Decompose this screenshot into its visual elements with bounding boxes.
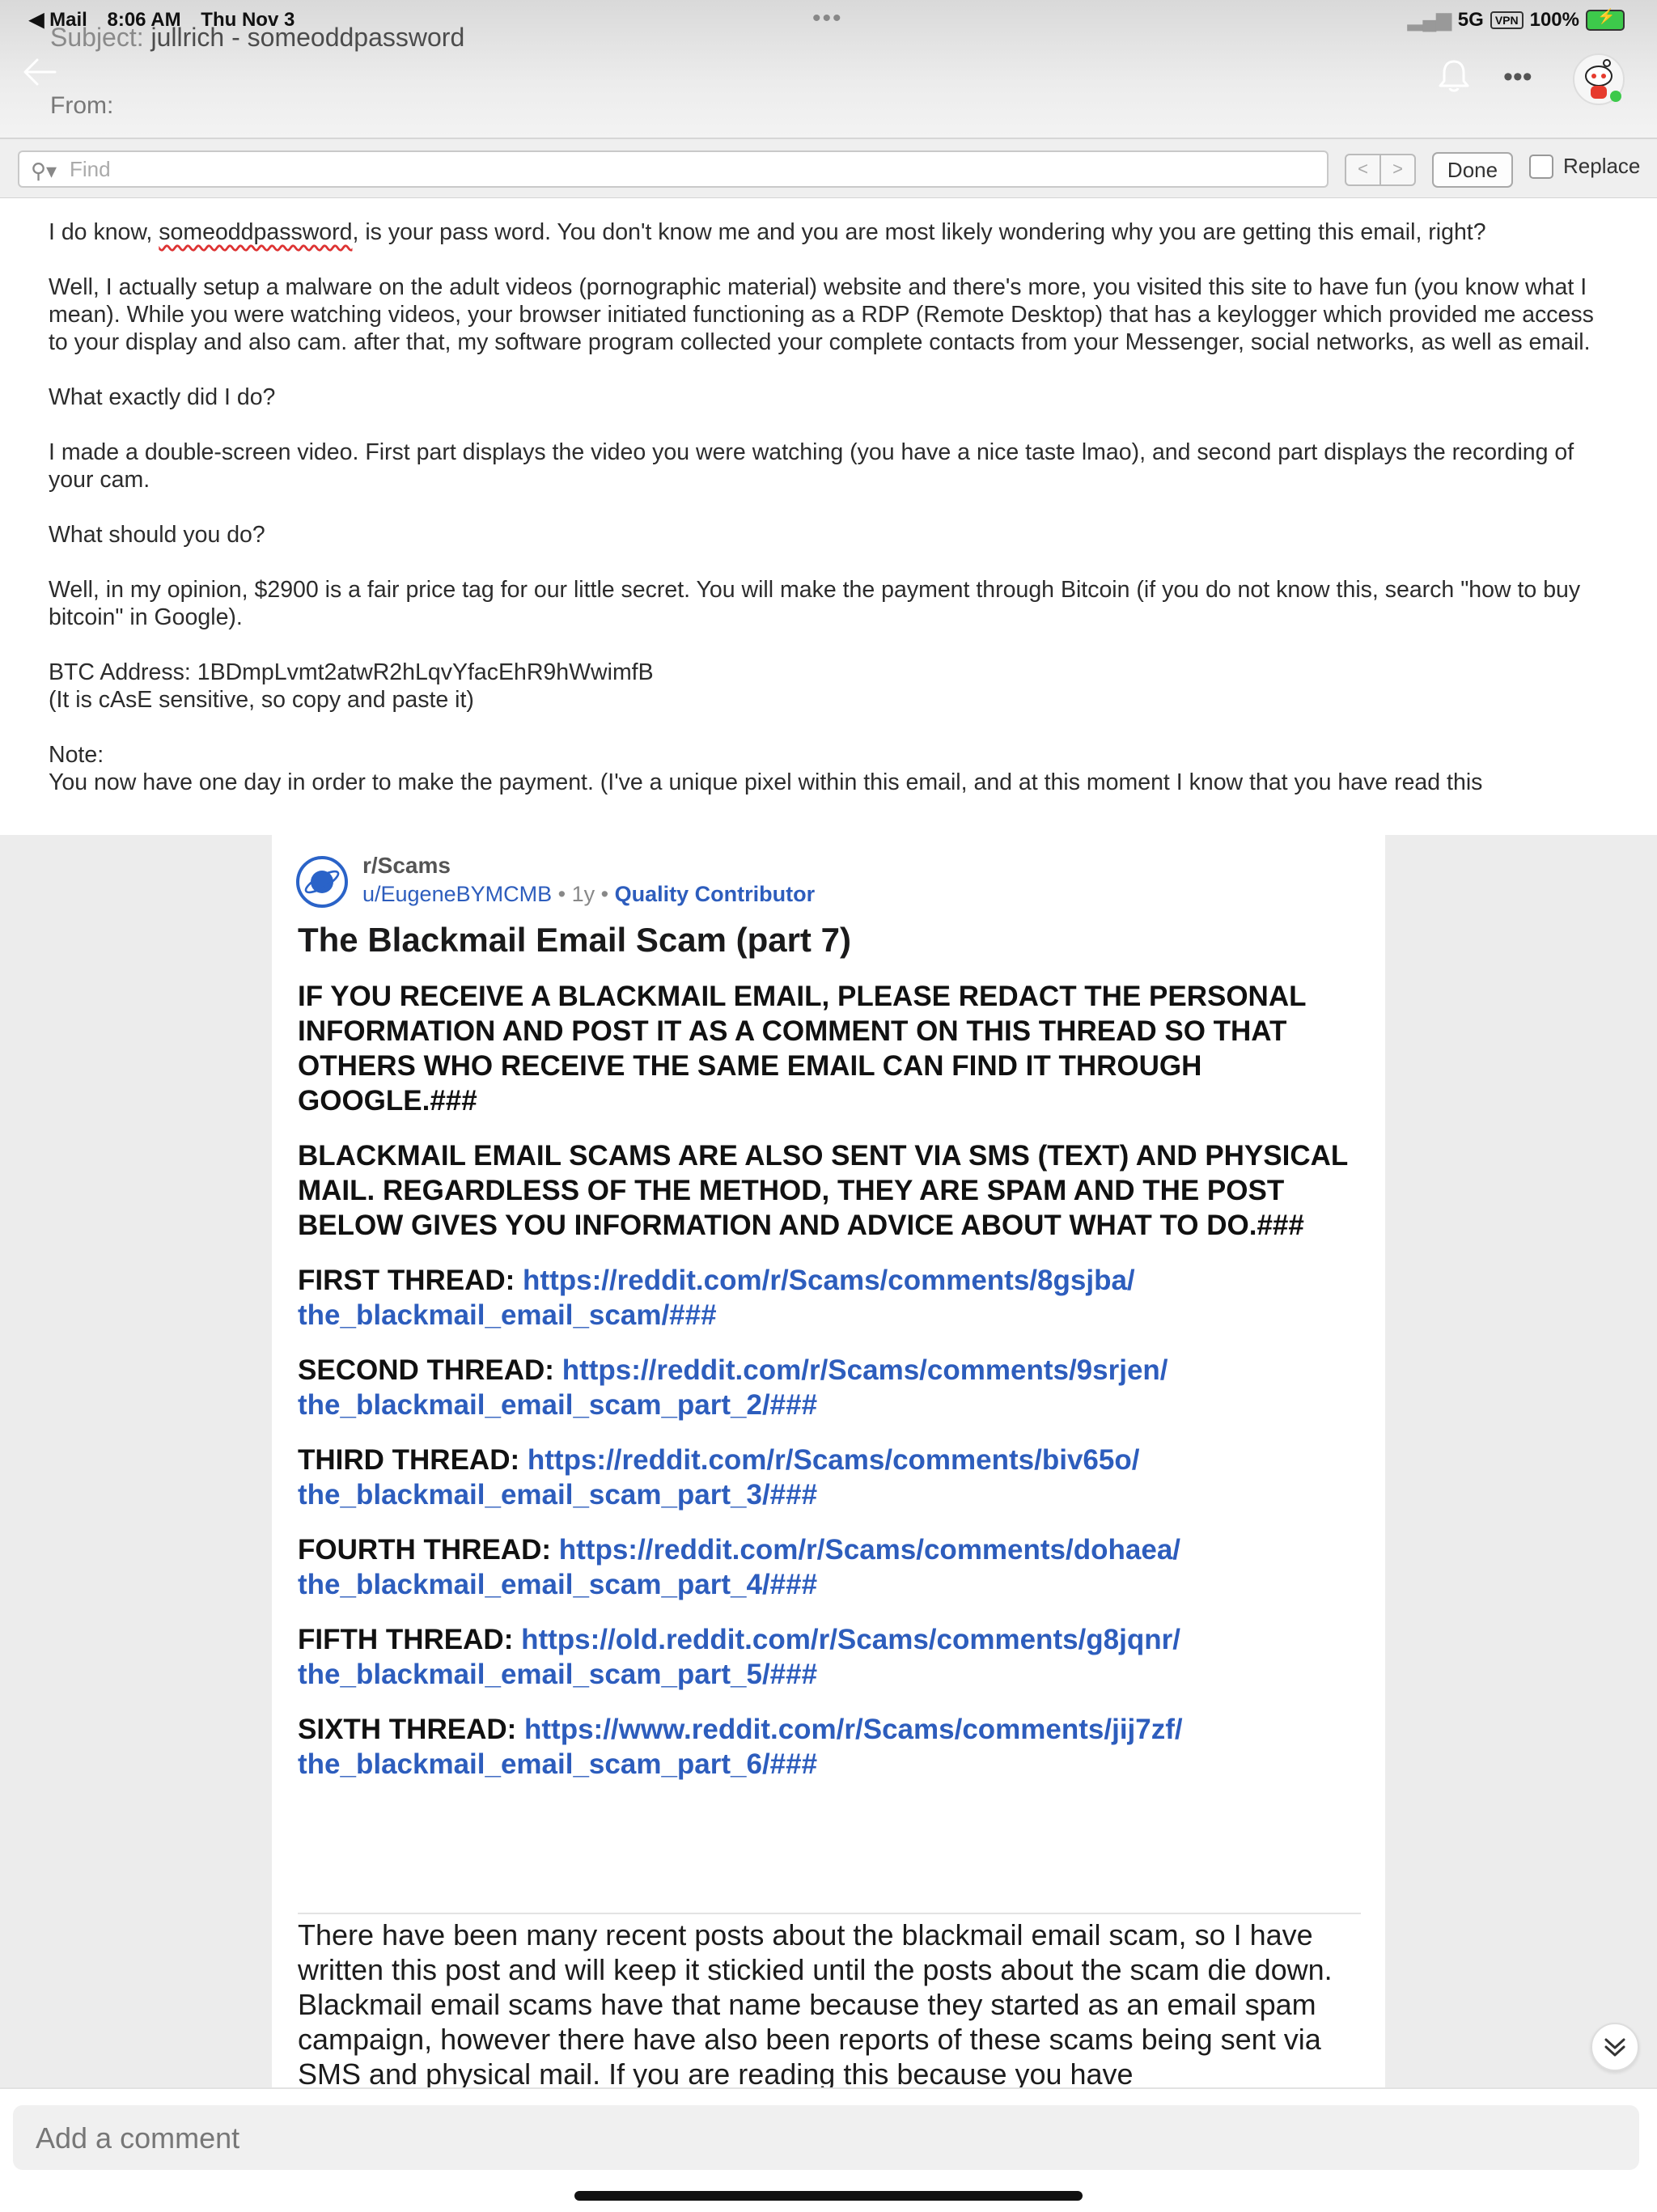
- post-author[interactable]: u/EugeneBYMCMB: [362, 882, 552, 906]
- subreddit-icon[interactable]: [296, 856, 348, 908]
- find-bar: ⚲▾ Find < > Done Replace: [0, 139, 1657, 198]
- email-paragraph: I made a double-screen video. First part…: [49, 439, 1574, 493]
- find-input[interactable]: ⚲▾ Find: [18, 150, 1329, 188]
- thread-link-row: SECOND THREAD: https://reddit.com/r/Scam…: [298, 1354, 1168, 1421]
- post-paragraph: There have been many recent posts about …: [298, 1918, 1333, 2087]
- email-paragraph: What should you do?: [49, 522, 265, 548]
- find-next-button[interactable]: >: [1381, 155, 1414, 184]
- find-placeholder: Find: [70, 157, 111, 181]
- post-meta: u/EugeneBYMCMB • 1y • Quality Contributo…: [362, 882, 816, 906]
- multitask-dots-icon[interactable]: •••: [812, 5, 843, 32]
- replace-checkbox[interactable]: [1529, 154, 1553, 179]
- mail-header: ◀ Mail 8:06 AM Thu Nov 3 ••• ▂▄▆ 5G VPN …: [0, 0, 1657, 139]
- find-navigation: < >: [1345, 154, 1416, 186]
- email-paragraph: Well, in my opinion, $2900 is a fair pri…: [49, 577, 1581, 630]
- done-button[interactable]: Done: [1432, 152, 1513, 188]
- online-status-dot: [1610, 91, 1621, 102]
- thread-link-row: SIXTH THREAD: https://www.reddit.com/r/S…: [298, 1714, 1183, 1780]
- more-icon[interactable]: •••: [1503, 61, 1532, 93]
- email-body: I do know, someoddpassword, is your pass…: [49, 218, 1618, 824]
- user-flair: Quality Contributor: [614, 882, 816, 906]
- misspelled-password: someoddpassword: [159, 219, 353, 245]
- email-paragraph: Well, I actually setup a malware on the …: [49, 274, 1594, 355]
- subject-label: Subject:: [50, 23, 144, 52]
- vpn-badge: VPN: [1490, 11, 1524, 29]
- network-label: 5G: [1457, 8, 1484, 31]
- replace-toggle[interactable]: Replace: [1529, 154, 1640, 179]
- subreddit-name[interactable]: r/Scams: [362, 853, 451, 879]
- email-from-label: From:: [50, 92, 114, 119]
- post-notice: BLACKMAIL EMAIL SCAMS ARE ALSO SENT VIA …: [298, 1140, 1348, 1241]
- signal-icon: ▂▄▆: [1407, 9, 1451, 31]
- email-paragraph: BTC Address: 1BDmpLvmt2atwR2hLqvYfacEhR9…: [49, 659, 654, 713]
- back-arrow-icon[interactable]: [19, 52, 60, 92]
- home-indicator[interactable]: [574, 2191, 1083, 2201]
- email-paragraph: What exactly did I do?: [49, 384, 276, 410]
- email-paragraph: I do know, someoddpassword, is your pass…: [49, 219, 1486, 245]
- subject-value: jullrich - someoddpassword: [150, 23, 465, 52]
- thread-link-row: FOURTH THREAD: https://reddit.com/r/Scam…: [298, 1534, 1181, 1600]
- post-title: The Blackmail Email Scam (part 7): [298, 921, 851, 959]
- replace-label: Replace: [1563, 154, 1641, 178]
- btc-address: BTC Address: 1BDmpLvmt2atwR2hLqvYfacEhR9…: [49, 659, 654, 685]
- divider: [298, 1913, 1361, 1914]
- comment-placeholder: Add a comment: [36, 2121, 240, 2155]
- post-notice: IF YOU RECEIVE A BLACKMAIL EMAIL, PLEASE…: [298, 981, 1306, 1117]
- comment-input[interactable]: Add a comment: [13, 2105, 1639, 2170]
- thread-link-row: FIFTH THREAD: https://old.reddit.com/r/S…: [298, 1624, 1180, 1690]
- battery-icon: [1586, 8, 1625, 31]
- chevron-down-icon[interactable]: [1591, 2023, 1639, 2071]
- find-previous-button[interactable]: <: [1346, 155, 1381, 184]
- bell-icon[interactable]: [1435, 57, 1473, 94]
- post-content: The Blackmail Email Scam (part 7) IF YOU…: [298, 921, 1382, 1802]
- thread-link-row: FIRST THREAD: https://reddit.com/r/Scams…: [298, 1265, 1135, 1331]
- email-paragraph: Note: You now have one day in order to ma…: [49, 742, 1483, 795]
- post-age: 1y: [571, 882, 595, 906]
- email-subject: Subject: jullrich - someoddpassword: [50, 23, 464, 53]
- reddit-post: r/Scams u/EugeneBYMCMB • 1y • Quality Co…: [272, 835, 1385, 2087]
- search-icon: ⚲▾: [31, 159, 57, 183]
- battery-percent: 100%: [1529, 8, 1579, 31]
- thread-link-row: THIRD THREAD: https://reddit.com/r/Scams…: [298, 1444, 1140, 1511]
- email-screenshot: ◀ Mail 8:06 AM Thu Nov 3 ••• ▂▄▆ 5G VPN …: [0, 0, 1657, 835]
- comment-bar: Add a comment: [0, 2087, 1657, 2212]
